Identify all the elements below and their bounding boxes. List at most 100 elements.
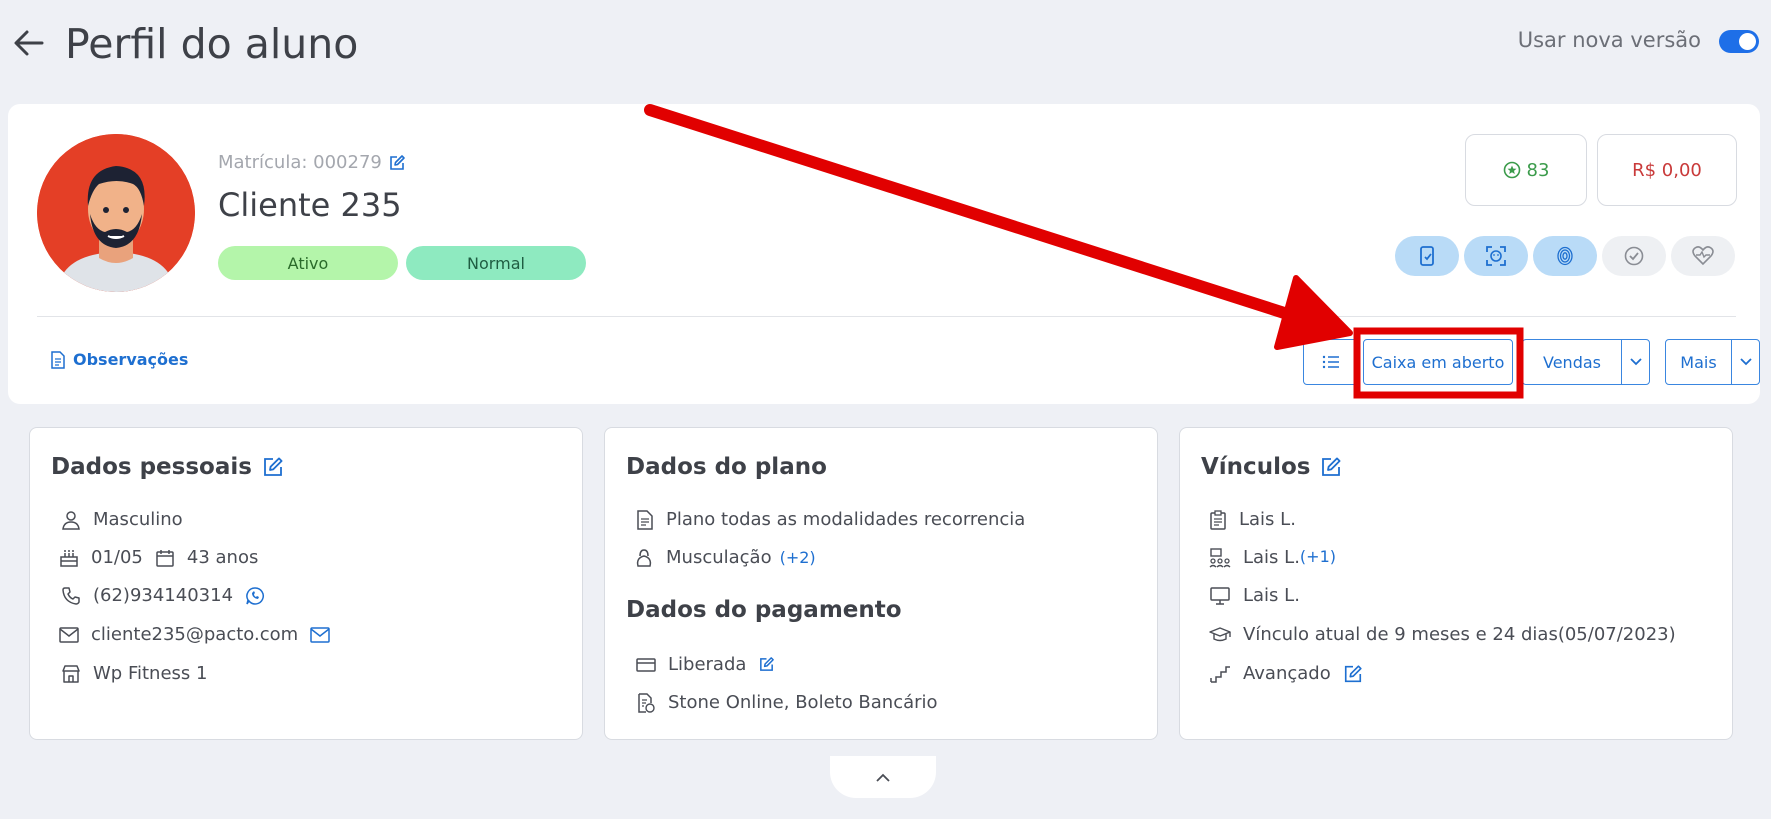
aniversario-row: 01/05 43 anos <box>59 547 258 568</box>
telefone-value: (62)934140314 <box>93 585 234 606</box>
top-bar: Perfil do aluno Usar nova versão <box>0 0 1771 96</box>
vinculos-title: Vínculos <box>1201 454 1342 480</box>
divider <box>37 316 1736 317</box>
points-box[interactable]: 83 <box>1465 134 1587 206</box>
dados-plano-title: Dados do plano <box>626 454 827 480</box>
chevron-up-icon <box>876 773 890 782</box>
mais-dropdown-button[interactable] <box>1731 339 1760 385</box>
user-icon <box>62 510 80 530</box>
unidade-value: Wp Fitness 1 <box>93 663 208 684</box>
store-icon <box>62 664 80 683</box>
health-button[interactable] <box>1671 236 1735 276</box>
balance-value: R$ 0,00 <box>1632 159 1702 181</box>
matricula-label: Matrícula: 000279 <box>218 152 382 173</box>
profile-card: Matrícula: 000279 Cliente 235 Ativo Norm… <box>8 104 1760 404</box>
pagamento-status-row: Liberada <box>636 654 775 675</box>
vinculo-atual-row: Vínculo atual de 9 meses e 24 dias(05/07… <box>1209 624 1676 645</box>
calendar-icon <box>156 549 174 567</box>
clipboard-icon <box>1210 509 1226 530</box>
professor-value: Lais L. <box>1243 547 1300 568</box>
observacoes-link[interactable]: Observações <box>50 350 188 369</box>
collapse-button[interactable] <box>830 756 936 798</box>
modalidade-value: Musculação <box>666 547 772 568</box>
nivel-row: Avançado <box>1209 663 1363 684</box>
edit-icon[interactable] <box>758 656 775 673</box>
idade-value: 43 anos <box>186 547 259 568</box>
document-icon <box>637 509 653 530</box>
graduation-cap-icon <box>1209 626 1231 641</box>
document-icon <box>51 350 65 369</box>
birthday-cake-icon <box>60 549 78 567</box>
pagamento-status-value: Liberada <box>668 654 747 675</box>
dados-plano-panel: Dados do plano Plano todas as modalidade… <box>604 427 1158 740</box>
terminal-value: Lais L. <box>1243 585 1300 606</box>
monitor-icon <box>1210 586 1230 605</box>
pagamento-metodo-value: Stone Online, Boleto Bancário <box>668 692 938 713</box>
status-badge-normal: Normal <box>406 246 586 280</box>
professor-text: Lais L. (+1) <box>1243 547 1336 568</box>
back-arrow-icon[interactable] <box>12 26 46 60</box>
points-icon <box>1503 161 1520 179</box>
telefone-row: (62)934140314 <box>61 585 265 606</box>
mobile-check-icon <box>1420 246 1434 266</box>
status-badge-ativo: Ativo <box>218 246 398 280</box>
fingerprint-button[interactable] <box>1533 236 1597 276</box>
fingerprint-icon <box>1557 246 1573 266</box>
vinculo-atual-value: Vínculo atual de 9 meses e 24 dias(05/07… <box>1243 624 1676 645</box>
list-button[interactable] <box>1303 339 1359 385</box>
caixa-em-aberto-button[interactable]: Caixa em aberto <box>1363 339 1513 385</box>
edit-icon[interactable] <box>262 456 284 478</box>
dados-pessoais-title: Dados pessoais <box>51 454 284 480</box>
client-name: Cliente 235 <box>218 186 402 224</box>
avatar <box>37 134 195 292</box>
vinculos-title-text: Vínculos <box>1201 454 1311 480</box>
dados-pessoais-panel: Dados pessoais Masculino 01/05 43 anos (… <box>29 427 583 740</box>
email-value: cliente235@pacto.com <box>91 624 299 645</box>
list-icon <box>1322 355 1339 369</box>
mail-icon <box>59 626 79 643</box>
heart-pulse-icon <box>1692 246 1714 266</box>
new-version-toggle-label: Usar nova versão <box>1517 28 1701 52</box>
stairs-icon <box>1210 665 1230 683</box>
edit-icon[interactable] <box>1343 664 1363 684</box>
new-version-toggle[interactable] <box>1719 30 1759 53</box>
phone-icon <box>62 586 80 605</box>
check-button[interactable] <box>1602 236 1666 276</box>
page-title: Perfil do aluno <box>65 20 359 68</box>
face-recognition-button[interactable] <box>1464 236 1528 276</box>
send-mail-icon[interactable] <box>310 626 330 644</box>
vinculos-panel: Vínculos Lais L. Lais L. (+1) Lais L. Ví… <box>1179 427 1733 740</box>
kettlebell-icon <box>636 548 652 567</box>
aniversario-value: 01/05 <box>91 547 143 568</box>
plano-value: Plano todas as modalidades recorrencia <box>666 509 1026 530</box>
points-value: 83 <box>1526 159 1550 181</box>
plano-row: Plano todas as modalidades recorrencia <box>636 509 1025 530</box>
check-circle-icon <box>1624 246 1644 266</box>
whatsapp-icon[interactable] <box>245 586 265 606</box>
dados-pessoais-title-text: Dados pessoais <box>51 454 252 480</box>
face-scan-icon <box>1486 246 1506 266</box>
observacoes-label: Observações <box>73 350 189 369</box>
balance-box[interactable]: R$ 0,00 <box>1597 134 1737 206</box>
pagamento-metodo-row: Stone Online, Boleto Bancário <box>636 692 938 713</box>
consultor-row: Lais L. <box>1209 509 1296 530</box>
email-row: cliente235@pacto.com <box>59 624 330 645</box>
mais-button[interactable]: Mais <box>1665 339 1732 385</box>
professor-extra-link[interactable]: (+1) <box>1300 547 1336 568</box>
matricula: Matrícula: 000279 <box>218 152 406 173</box>
vendas-button[interactable]: Vendas <box>1522 339 1622 385</box>
edit-icon[interactable] <box>388 154 406 172</box>
invoice-icon <box>638 692 655 713</box>
edit-icon[interactable] <box>1320 456 1342 478</box>
genero-value: Masculino <box>93 509 183 530</box>
teacher-icon <box>1209 547 1231 567</box>
dados-pagamento-title: Dados do pagamento <box>626 597 902 623</box>
chevron-down-icon <box>1629 358 1642 366</box>
vendas-dropdown-button[interactable] <box>1621 339 1650 385</box>
terminal-row: Lais L. <box>1209 585 1300 606</box>
unidade-row: Wp Fitness 1 <box>61 663 207 684</box>
credit-card-icon <box>636 657 656 672</box>
mobile-app-button[interactable] <box>1395 236 1459 276</box>
modalidade-extra-link[interactable]: (+2) <box>780 548 816 567</box>
consultor-value: Lais L. <box>1239 509 1296 530</box>
